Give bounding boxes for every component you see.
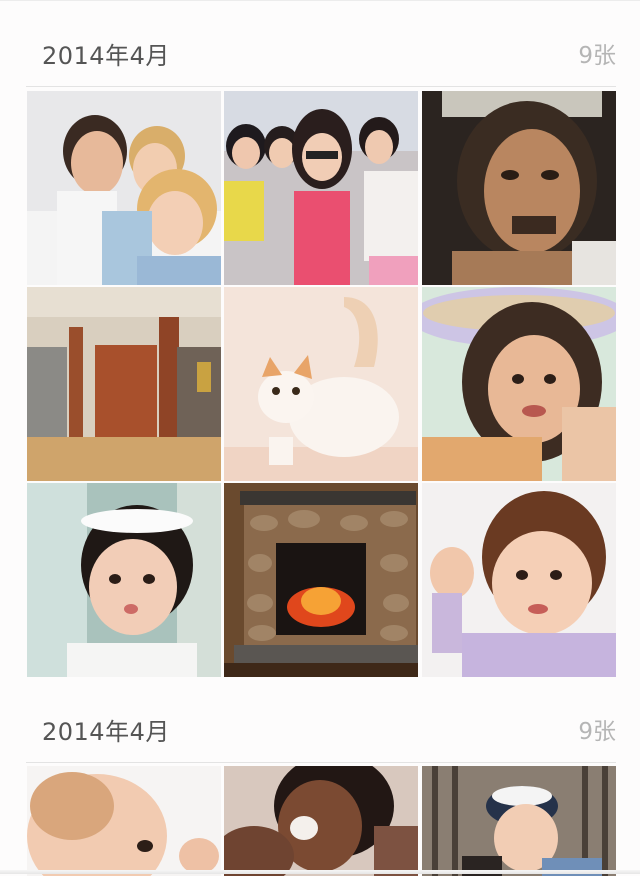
child-captain-hat-photo[interactable]	[422, 766, 616, 876]
section-photo-count: 9张	[578, 719, 616, 745]
baby-flower-crown-photo[interactable]	[27, 483, 221, 677]
interior-hallway-photo[interactable]	[27, 287, 221, 481]
photo-section-1: 2014年4月 9张	[0, 0, 640, 690]
section-divider	[26, 86, 616, 87]
section-photo-count: 9张	[578, 43, 616, 69]
section-header: 2014年4月 9张	[0, 0, 640, 86]
family-portrait-photo[interactable]	[27, 91, 221, 285]
kitten-photo[interactable]	[224, 287, 418, 481]
toddler-waving-photo[interactable]	[422, 483, 616, 677]
laughing-woman-photo[interactable]	[224, 766, 418, 876]
section-header: 2014年4月 9张	[0, 676, 640, 762]
baby-profile-photo[interactable]	[27, 766, 221, 876]
section-divider	[26, 762, 616, 763]
section-date-title: 2014年4月	[42, 718, 170, 746]
man-portrait-photo[interactable]	[422, 91, 616, 285]
section-date-title: 2014年4月	[42, 42, 170, 70]
stone-fireplace-photo[interactable]	[224, 483, 418, 677]
photo-section-2: 2014年4月 9张	[0, 676, 640, 876]
bottom-edge	[0, 870, 640, 874]
friends-group-photo[interactable]	[224, 91, 418, 285]
girl-bubble-photo[interactable]	[422, 287, 616, 481]
